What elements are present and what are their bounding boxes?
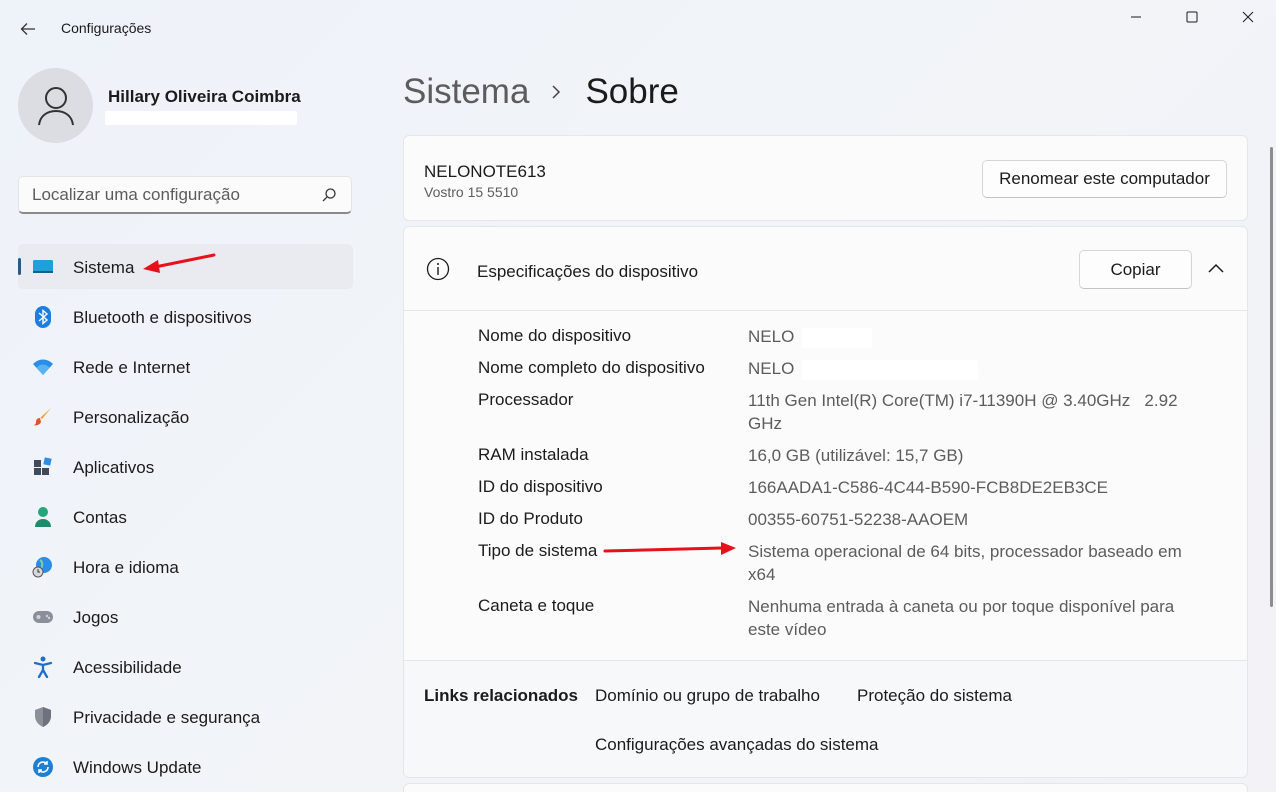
search-box[interactable] [18, 176, 352, 214]
spec-label: Processador [478, 390, 574, 409]
spec-value: 00355-60751-52238-AAOEM [748, 510, 969, 529]
user-email-redacted [105, 111, 297, 125]
minimize-icon [1131, 16, 1141, 18]
specs-header[interactable]: Especificações do dispositivo Copiar [404, 227, 1247, 311]
globe-clock-icon [32, 556, 54, 578]
spec-label: Tipo de sistema [478, 541, 598, 560]
sidebar-item-acessibilidade[interactable]: Acessibilidade [18, 644, 353, 689]
shield-icon [32, 706, 54, 728]
sidebar-item-label: Jogos [73, 608, 119, 627]
spec-value: 16,0 GB (utilizável: 15,7 GB) [748, 446, 964, 465]
device-card: NELONOTE613 Vostro 15 5510 Renomear este… [403, 135, 1248, 221]
sidebar-item-label: Hora e idioma [73, 558, 179, 577]
sidebar-item-label: Contas [73, 508, 127, 527]
accessibility-icon [32, 656, 54, 678]
spec-label: ID do dispositivo [478, 477, 603, 496]
sidebar-item-label: Acessibilidade [73, 658, 182, 677]
sidebar-item-sistema[interactable]: Sistema [18, 244, 353, 289]
copy-button[interactable]: Copiar [1079, 250, 1192, 289]
sidebar-item-label: Aplicativos [73, 458, 155, 477]
title-bar: Configurações [0, 0, 1276, 58]
related-links-title: Links relacionados [424, 686, 578, 705]
breadcrumb-parent[interactable]: Sistema [403, 72, 529, 112]
sidebar-item-label: Sistema [73, 258, 135, 277]
related-links: Links relacionados Domínio ou grupo de t… [404, 660, 1247, 777]
device-model: Vostro 15 5510 [424, 184, 519, 200]
specs-card: Especificações do dispositivo Copiar Nom… [403, 226, 1248, 778]
link-protecao[interactable]: Proteção do sistema [857, 686, 1012, 706]
sidebar-item-windows-update[interactable]: Windows Update [18, 744, 353, 789]
spec-value: 166AADA1-C586-4C44-B590-FCB8DE2EB3CE [748, 478, 1109, 497]
apps-icon [32, 456, 54, 478]
sidebar-item-label: Personalização [73, 408, 190, 427]
chevron-right-icon [551, 84, 561, 100]
sidebar-item-jogos[interactable]: Jogos [18, 594, 353, 639]
sidebar-item-label: Privacidade e segurança [73, 708, 261, 727]
sidebar-item-privacidade[interactable]: Privacidade e segurança [18, 694, 353, 739]
search-input[interactable] [32, 184, 312, 205]
sidebar-nav: Sistema Bluetooth e dispositivos Rede e … [18, 244, 353, 792]
spec-label: Nome completo do dispositivo [478, 358, 705, 377]
sidebar-item-bluetooth[interactable]: Bluetooth e dispositivos [18, 294, 353, 339]
sidebar-item-contas[interactable]: Contas [18, 494, 353, 539]
monitor-icon [32, 256, 54, 278]
link-config-avancadas[interactable]: Configurações avançadas do sistema [595, 735, 879, 755]
next-card [403, 783, 1248, 792]
info-icon [426, 257, 450, 281]
sidebar-item-personalizacao[interactable]: Personalização [18, 394, 353, 439]
spec-label: Nome do dispositivo [478, 326, 632, 345]
bluetooth-icon [32, 306, 54, 328]
spec-value: NELO [748, 325, 1198, 348]
spec-value-text: NELO [748, 327, 795, 346]
arrow-left-icon [20, 23, 35, 35]
chevron-up-icon[interactable] [1206, 260, 1226, 278]
minimize-button[interactable] [1108, 0, 1164, 34]
redaction-mask [802, 359, 979, 380]
close-button[interactable] [1220, 0, 1276, 34]
sidebar-item-rede[interactable]: Rede e Internet [18, 344, 353, 389]
spec-label: ID do Produto [478, 509, 583, 528]
spec-value: NELO [748, 357, 1198, 380]
update-icon [32, 756, 54, 778]
spec-label: RAM instalada [478, 445, 589, 464]
breadcrumb: Sistema Sobre [403, 72, 679, 112]
back-button[interactable] [14, 16, 42, 42]
specs-title: Especificações do dispositivo [477, 262, 699, 281]
sidebar-item-aplicativos[interactable]: Aplicativos [18, 444, 353, 489]
maximize-icon [1186, 11, 1198, 23]
gamepad-icon [32, 606, 54, 628]
user-name: Hillary Oliveira Coimbra [108, 87, 301, 106]
sidebar-item-label: Windows Update [73, 758, 202, 777]
sidebar-item-hora[interactable]: Hora e idioma [18, 544, 353, 589]
rename-pc-button[interactable]: Renomear este computador [982, 160, 1227, 198]
person-icon [32, 506, 54, 528]
link-dominio[interactable]: Domínio ou grupo de trabalho [595, 686, 820, 706]
spec-label: Caneta e toque [478, 596, 595, 615]
redaction-mask [802, 327, 873, 348]
scrollbar[interactable] [1270, 147, 1273, 607]
sidebar-item-label: Rede e Internet [73, 358, 191, 377]
page-title: Sobre [585, 72, 679, 111]
avatar[interactable] [18, 68, 93, 143]
device-name: NELONOTE613 [424, 162, 546, 181]
maximize-button[interactable] [1164, 0, 1220, 34]
app-title: Configurações [61, 20, 152, 36]
sidebar-item-label: Bluetooth e dispositivos [73, 308, 252, 327]
user-icon [37, 86, 74, 125]
spec-value-text: NELO [748, 359, 795, 378]
search-icon[interactable] [321, 187, 337, 203]
spec-value: Sistema operacional de 64 bits, processa… [748, 542, 1182, 584]
brush-icon [32, 406, 54, 428]
close-icon [1242, 11, 1254, 23]
spec-value: 11th Gen Intel(R) Core(TM) i7-11390H @ 3… [748, 391, 1183, 433]
wifi-icon [32, 356, 54, 378]
spec-value: Nenhuma entrada à caneta ou por toque di… [748, 597, 1175, 639]
